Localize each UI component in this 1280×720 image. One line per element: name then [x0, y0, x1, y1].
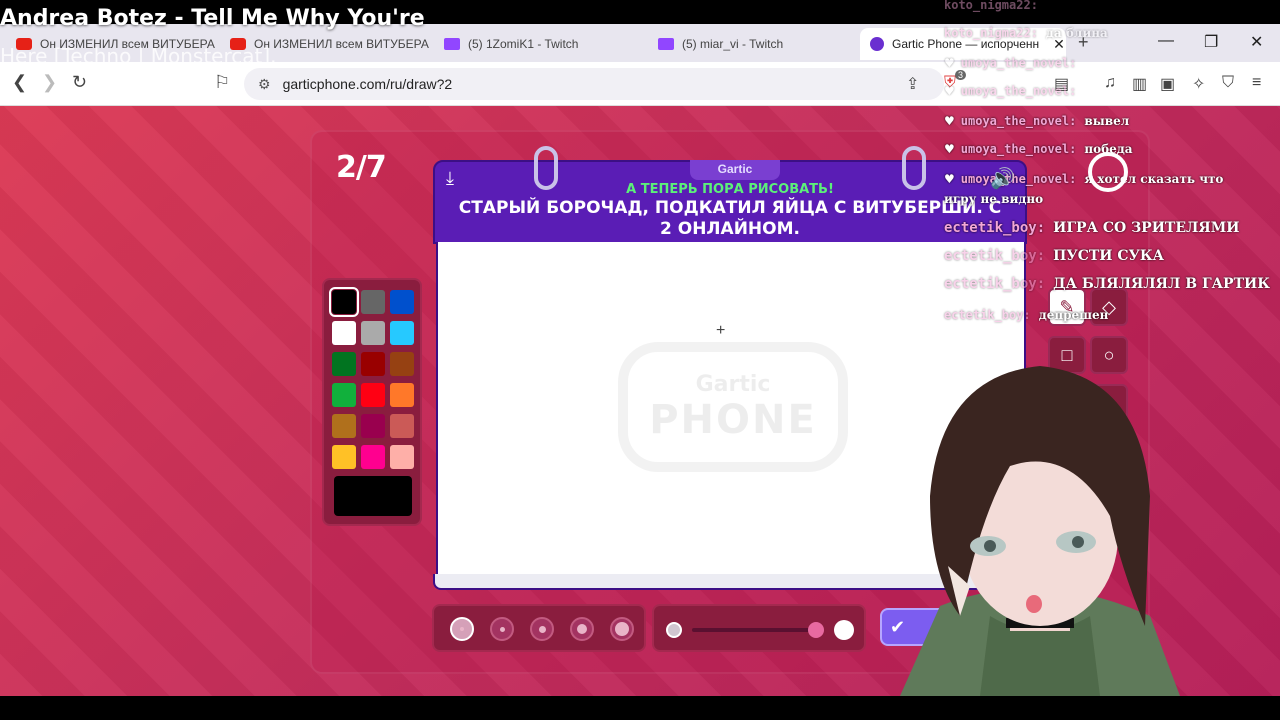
- tab-twitch-1[interactable]: (5) 1ZomiK1 - Twitch: [434, 28, 644, 60]
- brush-size-3[interactable]: [530, 617, 554, 641]
- color-swatch[interactable]: [390, 414, 414, 438]
- reload-icon[interactable]: ↻: [72, 72, 87, 93]
- chat-message: ectetik_boy: депрешен: [944, 308, 1109, 322]
- twitch-icon: [658, 38, 674, 50]
- vtuber-avatar: [900, 366, 1180, 696]
- chat-message: koto_nigma22: да блина: [944, 26, 1108, 40]
- chat-message: ♥ umoya_the_novel:: [944, 84, 1077, 98]
- url-text: garticphone.com/ru/draw?2: [282, 76, 453, 92]
- badge-count: 3: [955, 70, 967, 80]
- stream-now-playing-title: Andrea Botez - Tell Me Why You're: [0, 6, 425, 31]
- twitch-icon: [444, 38, 460, 50]
- timer-icon: [1088, 152, 1128, 192]
- stream-now-playing-subtitle: Here [Techno | Monstercat].: [0, 44, 277, 68]
- square-icon: □: [1061, 344, 1073, 365]
- browser-toolbar: ❮ ❯ ↻ ⚐ ⚙ garticphone.com/ru/draw?2 ⇪ ⛨ …: [0, 62, 1280, 106]
- minimize-icon[interactable]: —: [1158, 32, 1174, 50]
- opacity-handle[interactable]: [808, 622, 824, 638]
- chat-message: koto_nigma22:: [944, 0, 1038, 12]
- brush-size-2[interactable]: [490, 617, 514, 641]
- share-icon[interactable]: ⇪: [906, 74, 919, 94]
- brush-size-4[interactable]: [570, 617, 594, 641]
- color-swatch[interactable]: [332, 321, 356, 345]
- color-swatch[interactable]: [332, 445, 356, 469]
- ai-icon[interactable]: ✧: [1192, 74, 1205, 94]
- chat-message: ♥ umoya_the_novel: вывел: [944, 114, 1130, 128]
- round-counter: 2/7: [336, 150, 387, 185]
- gartic-watermark: Gartic PHONE: [618, 342, 848, 472]
- gartic-icon: [870, 37, 884, 51]
- chat-message: ♥ umoya_the_novel:: [944, 56, 1077, 70]
- color-swatch[interactable]: [390, 352, 414, 376]
- color-swatch[interactable]: [329, 287, 359, 317]
- color-swatch[interactable]: [361, 383, 385, 407]
- tab-label: (5) miar_vi - Twitch: [682, 37, 784, 51]
- chat-message: ectetik_boy: ДА БЛЯЛЯЛЯЛ В ГАРТИК: [944, 276, 1270, 292]
- bookmark-icon[interactable]: ⚐: [214, 72, 230, 93]
- color-palette: [322, 278, 422, 526]
- current-color-preview: [334, 476, 412, 516]
- site-settings-icon[interactable]: ⚙: [258, 76, 271, 93]
- heart-icon: ♥: [944, 84, 955, 98]
- heart-icon: ♥: [944, 172, 955, 186]
- heart-icon: ♥: [944, 114, 955, 128]
- address-bar[interactable]: ⚙ garticphone.com/ru/draw?2: [244, 68, 944, 100]
- color-swatch[interactable]: [332, 414, 356, 438]
- opacity-slider[interactable]: [652, 604, 866, 652]
- wallet-icon[interactable]: ▣: [1160, 74, 1175, 94]
- chat-message: ectetik_boy: ПУСТИ СУКА: [944, 248, 1165, 264]
- color-swatch[interactable]: [332, 352, 356, 376]
- tab-label: (5) 1ZomiK1 - Twitch: [468, 37, 579, 51]
- color-swatch[interactable]: [361, 321, 385, 345]
- color-swatch[interactable]: [361, 445, 385, 469]
- color-swatch[interactable]: [361, 414, 385, 438]
- watermark-top: Gartic: [695, 371, 771, 397]
- crosshair-cursor-icon: +: [716, 322, 726, 339]
- tab-twitch-2[interactable]: (5) miar_vi - Twitch: [648, 28, 858, 60]
- heart-icon: ♥: [944, 142, 955, 156]
- opacity-track[interactable]: [692, 628, 818, 632]
- opacity-max-dot: [834, 620, 854, 640]
- brush-size-5[interactable]: [610, 617, 634, 641]
- letterbox-bar: [0, 696, 1280, 720]
- back-icon[interactable]: ❮: [12, 72, 27, 93]
- color-swatch[interactable]: [390, 383, 414, 407]
- brush-size-bar: [432, 604, 646, 652]
- opacity-min-dot: [666, 622, 682, 638]
- color-swatch[interactable]: [390, 321, 414, 345]
- heart-icon: ♥: [944, 56, 955, 70]
- restore-icon[interactable]: ❐: [1204, 32, 1218, 52]
- brush-size-1[interactable]: [450, 617, 474, 641]
- watermark-bottom: PHONE: [649, 396, 817, 443]
- music-icon[interactable]: ♫: [1104, 74, 1116, 92]
- color-swatch[interactable]: [332, 383, 356, 407]
- drawing-prompt: СТАРЫЙ БОРОЧАД, ПОДКАТИЛ ЯЙЦА С ВИТУБЕРШ…: [458, 198, 1002, 239]
- color-swatch[interactable]: [361, 290, 385, 314]
- chat-message: ♥ umoya_the_novel: я хотел сказать что: [944, 172, 1224, 186]
- sound-icon[interactable]: 🔊: [990, 166, 1015, 191]
- instruction-subhead: А ТЕПЕРЬ ПОРА РИСОВАТЬ!: [626, 182, 834, 197]
- chat-message: ectetik_boy: ИГРА СО ЗРИТЕЛЯМИ: [944, 220, 1240, 236]
- forward-icon[interactable]: ❯: [42, 72, 57, 93]
- vpn-icon[interactable]: ⛉: [1222, 74, 1234, 92]
- tab-label: Он ИЗМЕНИЛ всем ВИТУБЕРА: [254, 37, 429, 51]
- brand-tag: Gartic: [690, 160, 780, 180]
- color-swatch[interactable]: [361, 352, 385, 376]
- color-swatch[interactable]: [390, 290, 414, 314]
- sidebar-icon[interactable]: ▥: [1132, 74, 1147, 94]
- color-swatch[interactable]: [390, 445, 414, 469]
- menu-icon[interactable]: ≡: [1252, 74, 1261, 92]
- chat-message: игру не видно: [944, 192, 1044, 206]
- circle-icon: ○: [1103, 344, 1115, 365]
- window-close-icon[interactable]: ✕: [1250, 32, 1263, 52]
